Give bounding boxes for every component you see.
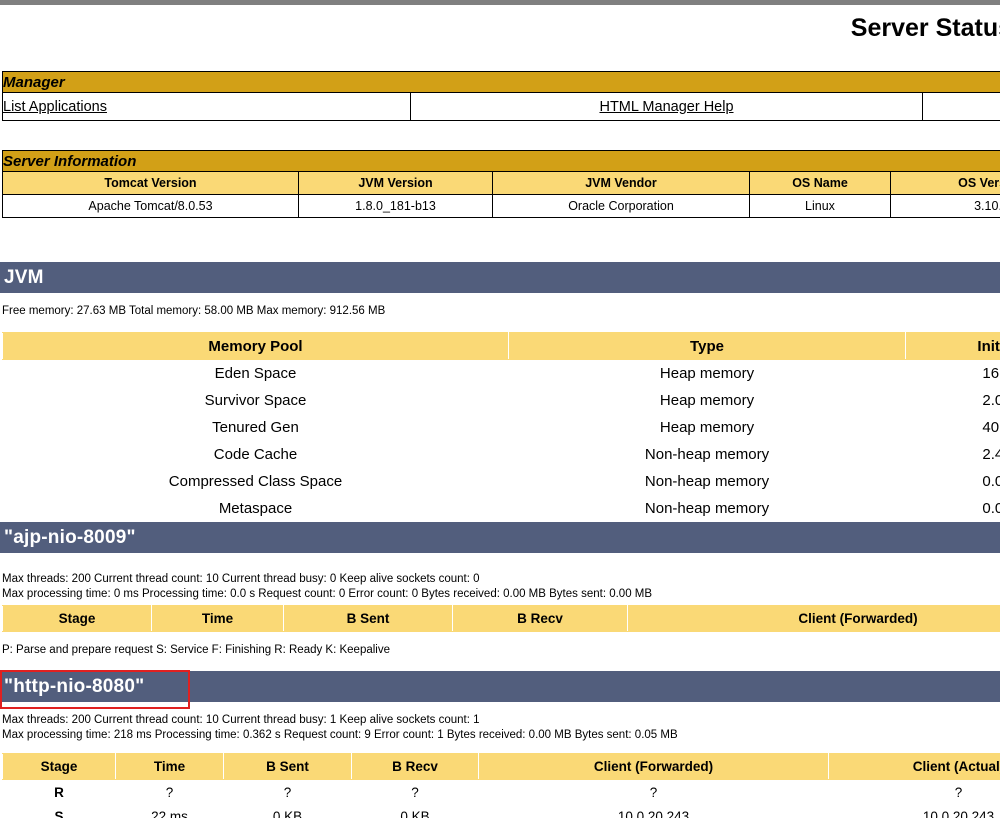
- bytes-sent-value: ?: [223, 779, 352, 804]
- col-jvm-vendor: JVM Vendor: [492, 171, 750, 195]
- table-row: Code Cache Non-heap memory 2.43: [2, 441, 1000, 468]
- stage-value: R: [2, 779, 116, 804]
- link-html-manager-help[interactable]: HTML Manager Help: [599, 99, 733, 115]
- table-row: S 22 ms 0 KB 0 KB 10.0.20.243 10.0.20.24…: [2, 804, 1000, 818]
- time-value: 22 ms: [115, 804, 224, 818]
- col-client-forwarded: Client (Forwarded): [478, 753, 829, 780]
- page-title-text: Server Status: [850, 14, 1000, 42]
- table-row: Survivor Space Heap memory 2.00: [2, 387, 1000, 414]
- memory-pool-type: Non-heap memory: [508, 495, 906, 522]
- memory-pool-type: Heap memory: [508, 359, 906, 387]
- time-value: ?: [115, 779, 224, 804]
- memory-pool-name: Tenured Gen: [2, 414, 509, 441]
- col-bytes-sent: B Sent: [283, 605, 453, 632]
- manager-section-label: Manager: [1, 71, 1000, 93]
- col-jvm-version: JVM Version: [298, 171, 493, 195]
- client-forwarded-value: 10.0.20.243: [478, 804, 829, 818]
- table-row: Compressed Class Space Non-heap memory 0…: [2, 468, 1000, 495]
- col-client-actual: Client (Actual): [828, 753, 1000, 780]
- page-title: Server Status: [0, 14, 1000, 43]
- connector-ajp-stage-table: Stage Time B Sent B Recv Client (Forward…: [2, 605, 1000, 632]
- connector-ajp-stage-legend: P: Parse and prepare request S: Service …: [2, 644, 391, 656]
- memory-pool-initial: 2.00: [905, 387, 1000, 414]
- manager-table: Manager List Applications HTML Manager H…: [1, 71, 1000, 121]
- server-information-header-row: Server Information: [2, 150, 1000, 172]
- server-information-section-label: Server Information: [2, 150, 1000, 172]
- val-os-name: Linux: [749, 194, 891, 218]
- connector-http-processing-line: Max processing time: 218 ms Processing t…: [2, 729, 678, 741]
- col-bytes-recv: B Recv: [351, 753, 479, 780]
- col-memory-pool: Memory Pool: [2, 332, 509, 360]
- client-actual-value: ?: [828, 779, 1000, 804]
- connector-ajp-section-bar: "ajp-nio-8009": [0, 522, 1000, 553]
- server-information-table: Server Information Tomcat Version JVM Ve…: [2, 150, 1000, 218]
- memory-pool-name: Survivor Space: [2, 387, 509, 414]
- manager-cell-list-applications[interactable]: List Applications: [2, 92, 411, 121]
- jvm-section-label: JVM: [4, 266, 44, 288]
- server-information-data-row: Apache Tomcat/8.0.53 1.8.0_181-b13 Oracl…: [2, 194, 1000, 218]
- manager-links-row: List Applications HTML Manager Help: [2, 92, 1000, 121]
- link-list-applications[interactable]: List Applications: [3, 99, 107, 115]
- jvm-section-bar: JVM: [0, 262, 1000, 293]
- col-time: Time: [115, 753, 224, 780]
- col-bytes-sent: B Sent: [223, 753, 352, 780]
- col-memory-type: Type: [508, 332, 906, 360]
- val-tomcat-version: Apache Tomcat/8.0.53: [2, 194, 299, 218]
- table-row: R ? ? ? ? ?: [2, 779, 1000, 804]
- val-os-version: 3.10.0: [890, 194, 1000, 218]
- memory-pool-initial: 0.00: [905, 468, 1000, 495]
- manager-cell-third[interactable]: [921, 92, 1000, 121]
- server-information-column-row: Tomcat Version JVM Version JVM Vendor OS…: [2, 171, 1000, 195]
- stage-value: S: [2, 804, 116, 818]
- memory-pool-name: Eden Space: [2, 359, 509, 387]
- memory-pool-type: Non-heap memory: [508, 441, 906, 468]
- col-os-version: OS Version: [890, 171, 1000, 195]
- col-time: Time: [151, 605, 284, 632]
- memory-pool-type: Heap memory: [508, 414, 906, 441]
- memory-pool-initial: 2.43: [905, 441, 1000, 468]
- table-row: Metaspace Non-heap memory 0.00: [2, 495, 1000, 522]
- jvm-memory-summary: Free memory: 27.63 MB Total memory: 58.0…: [2, 305, 386, 317]
- table-row: Eden Space Heap memory 16.0: [2, 359, 1000, 387]
- jvm-memory-pool-table: Memory Pool Type Initial Eden Space Heap…: [2, 332, 1000, 522]
- connector-http-label: "http-nio-8080": [4, 675, 145, 697]
- connector-http-header-row: Stage Time B Sent B Recv Client (Forward…: [2, 753, 1000, 780]
- col-tomcat-version: Tomcat Version: [2, 171, 299, 195]
- client-forwarded-value: ?: [478, 779, 829, 804]
- connector-http-section-bar: "http-nio-8080": [0, 671, 1000, 702]
- bytes-sent-value: 0 KB: [223, 804, 352, 818]
- connector-ajp-label: "ajp-nio-8009": [4, 526, 136, 548]
- val-jvm-version: 1.8.0_181-b13: [298, 194, 493, 218]
- col-os-name: OS Name: [749, 171, 891, 195]
- col-stage: Stage: [2, 605, 152, 632]
- server-status-page: Server Status Manager List Applications …: [0, 0, 1000, 818]
- col-memory-initial: Initial: [905, 332, 1000, 360]
- connector-ajp-processing-line: Max processing time: 0 ms Processing tim…: [2, 588, 653, 600]
- memory-pool-initial: 40.0: [905, 414, 1000, 441]
- connector-ajp-header-row: Stage Time B Sent B Recv Client (Forward…: [2, 605, 1000, 632]
- memory-pool-name: Compressed Class Space: [2, 468, 509, 495]
- connector-http-threads-line: Max threads: 200 Current thread count: 1…: [2, 714, 480, 726]
- memory-pool-name: Metaspace: [2, 495, 509, 522]
- connector-http-stage-table: Stage Time B Sent B Recv Client (Forward…: [2, 753, 1000, 818]
- manager-cell-html-manager-help[interactable]: HTML Manager Help: [410, 92, 923, 121]
- browser-top-edge: [0, 0, 1000, 5]
- bytes-recv-value: 0 KB: [351, 804, 479, 818]
- memory-pool-type: Non-heap memory: [508, 468, 906, 495]
- col-bytes-recv: B Recv: [452, 605, 628, 632]
- memory-pool-name: Code Cache: [2, 441, 509, 468]
- memory-pool-type: Heap memory: [508, 387, 906, 414]
- memory-pool-initial: 16.0: [905, 359, 1000, 387]
- connector-ajp-threads-line: Max threads: 200 Current thread count: 1…: [2, 573, 480, 585]
- val-jvm-vendor: Oracle Corporation: [492, 194, 750, 218]
- bytes-recv-value: ?: [351, 779, 479, 804]
- col-stage: Stage: [2, 753, 116, 780]
- client-actual-value: 10.0.20.243: [828, 804, 1000, 818]
- table-row: Tenured Gen Heap memory 40.0: [2, 414, 1000, 441]
- col-client-forwarded: Client (Forwarded): [627, 605, 1000, 632]
- memory-pool-initial: 0.00: [905, 495, 1000, 522]
- manager-header-row: Manager: [1, 71, 1000, 93]
- jvm-memory-pool-header-row: Memory Pool Type Initial: [2, 332, 1000, 360]
